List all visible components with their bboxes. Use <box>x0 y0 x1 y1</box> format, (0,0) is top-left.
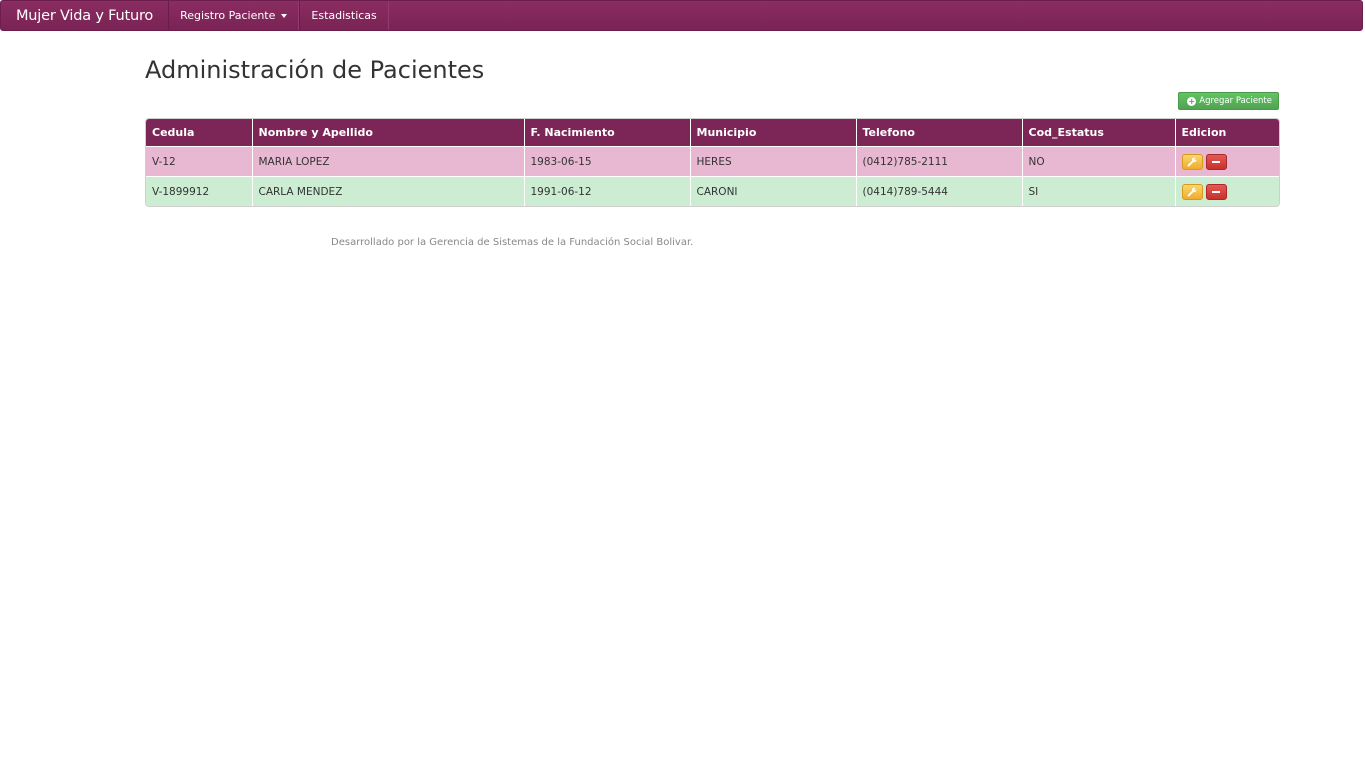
top-navbar: Mujer Vida y Futuro Registro Paciente Es… <box>0 0 1363 31</box>
wrench-icon <box>1187 187 1197 196</box>
cell-municipio: HERES <box>689 146 856 177</box>
cell-nombre: MARIA LOPEZ <box>251 146 524 177</box>
table-header-row: Cedula Nombre y Apellido F. Nacimiento M… <box>146 119 1279 147</box>
add-patient-button[interactable]: + Agregar Paciente <box>1178 92 1279 110</box>
main-container: Administración de Pacientes + Agregar Pa… <box>145 50 1280 207</box>
page-title: Administración de Pacientes <box>145 56 485 84</box>
cell-telefono: (0412)785-2111 <box>855 146 1022 177</box>
header-municipio: Municipio <box>689 119 856 147</box>
cell-nacimiento: 1991-06-12 <box>523 176 690 206</box>
header-nombre: Nombre y Apellido <box>251 119 524 147</box>
cell-municipio: CARONI <box>689 176 856 206</box>
cell-estatus: NO <box>1021 146 1175 177</box>
minus-icon <box>1212 160 1220 163</box>
table-row: V-1899912 CARLA MENDEZ 1991-06-12 CARONI… <box>146 176 1279 206</box>
nav-estadisticas-label: Estadisticas <box>311 9 377 22</box>
edit-button[interactable] <box>1181 183 1203 200</box>
caret-down-icon <box>281 13 288 18</box>
plus-circle-icon: + <box>1187 96 1197 106</box>
wrench-icon <box>1187 157 1197 166</box>
edit-button[interactable] <box>1181 153 1203 170</box>
cell-telefono: (0414)789-5444 <box>855 176 1022 206</box>
brand-link[interactable]: Mujer Vida y Futuro <box>1 1 168 30</box>
nav-estadisticas[interactable]: Estadisticas <box>299 1 389 30</box>
header-cedula: Cedula <box>146 119 252 147</box>
cell-cedula: V-1899912 <box>146 176 252 206</box>
header-estatus: Cod_Estatus <box>1021 119 1175 147</box>
delete-button[interactable] <box>1205 153 1227 170</box>
cell-edicion <box>1174 146 1279 177</box>
nav-registro-paciente[interactable]: Registro Paciente <box>168 1 300 30</box>
patients-table: Cedula Nombre y Apellido F. Nacimiento M… <box>146 119 1279 206</box>
cell-nombre: CARLA MENDEZ <box>251 176 524 206</box>
add-patient-button-label: Agregar Paciente <box>1199 96 1272 106</box>
header-nacimiento: F. Nacimiento <box>523 119 690 147</box>
patients-table-wrapper: Cedula Nombre y Apellido F. Nacimiento M… <box>145 118 1280 207</box>
header-telefono: Telefono <box>855 119 1022 147</box>
delete-button[interactable] <box>1205 183 1227 200</box>
nav-registro-paciente-label: Registro Paciente <box>180 9 276 22</box>
footer-text: Desarrollado por la Gerencia de Sistemas… <box>331 237 694 248</box>
cell-nacimiento: 1983-06-15 <box>523 146 690 177</box>
minus-icon <box>1212 190 1220 193</box>
cell-estatus: SI <box>1021 176 1175 206</box>
cell-edicion <box>1174 176 1279 206</box>
cell-cedula: V-12 <box>146 146 252 177</box>
table-row: V-12 MARIA LOPEZ 1983-06-15 HERES (0412)… <box>146 146 1279 177</box>
header-edicion: Edicion <box>1174 119 1279 147</box>
